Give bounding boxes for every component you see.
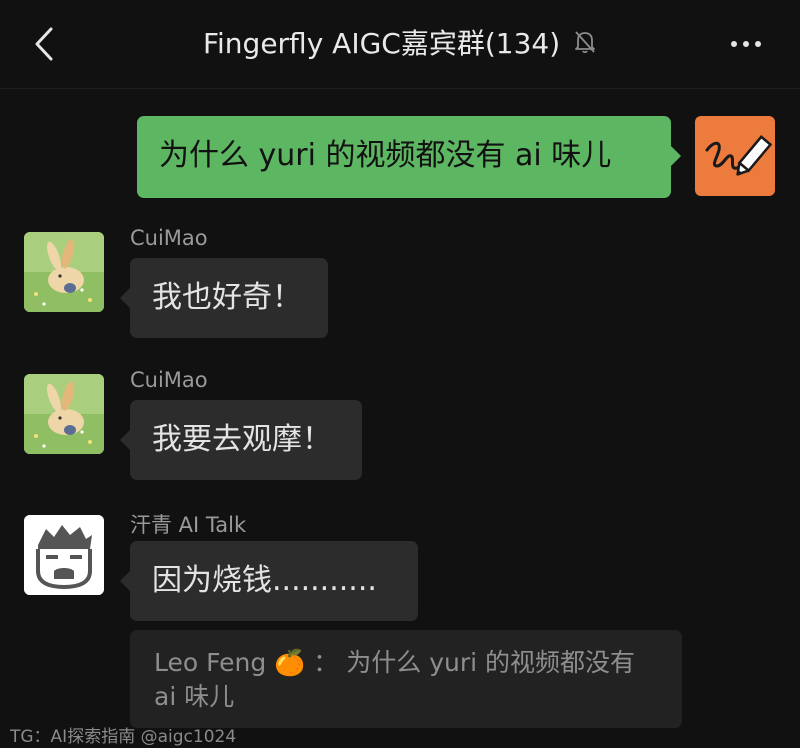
avatar-hanqing[interactable]	[24, 515, 104, 595]
more-dot	[755, 41, 761, 47]
message-bubble-outgoing[interactable]: 为什么 yuri 的视频都没有 ai 味儿	[137, 116, 681, 198]
quote-separator: ：	[313, 648, 339, 677]
quote-author: Leo Feng	[154, 648, 267, 677]
chat-header: Fingerfly AIGC嘉宾群(134)	[0, 0, 800, 89]
more-dot	[743, 41, 749, 47]
sender-name: CuiMao	[130, 226, 208, 250]
sender-name: CuiMao	[130, 368, 208, 392]
watermark-text: TG：AI探索指南 @aigc1024	[10, 727, 237, 747]
message-text: 我也好奇！	[152, 280, 302, 315]
more-dot	[731, 41, 737, 47]
sender-name: 汗青 AI Talk	[130, 513, 247, 537]
rabbit-illustration-avatar	[24, 374, 104, 454]
message-bubble-incoming[interactable]: 我也好奇！	[120, 258, 328, 338]
message-bubble-incoming[interactable]: 我要去观摩！	[120, 400, 362, 480]
quoted-message[interactable]: Leo Feng 🍊 ： 为什么 yuri 的视频都没有 ai 味儿	[130, 630, 682, 728]
bearded-face-avatar	[24, 515, 104, 595]
bell-off-icon	[575, 31, 595, 54]
avatar-cuimao[interactable]	[24, 232, 104, 312]
avatar-cuimao[interactable]	[24, 374, 104, 454]
chat-title: Fingerfly AIGC嘉宾群(134)	[202, 27, 561, 60]
avatar-self[interactable]	[695, 116, 775, 196]
message-text: 因为烧钱...........	[152, 563, 377, 598]
message-text: 为什么 yuri 的视频都没有 ai 味儿	[159, 138, 612, 173]
chat-title-wrap: Fingerfly AIGC嘉宾群(134)	[0, 24, 800, 64]
rabbit-illustration-avatar	[24, 232, 104, 312]
more-options-button[interactable]	[726, 30, 766, 58]
orange-emoji-icon: 🍊	[274, 648, 306, 677]
message-bubble-incoming[interactable]: 因为烧钱...........	[120, 541, 418, 621]
pen-scribble-avatar	[705, 135, 773, 176]
message-text: 我要去观摩！	[152, 422, 332, 457]
